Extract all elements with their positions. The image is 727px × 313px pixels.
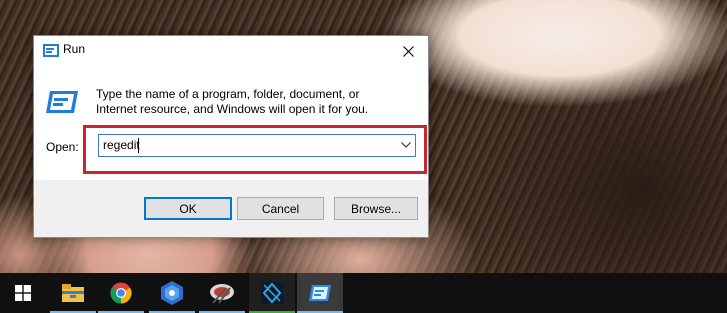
taskbar-file-explorer[interactable] — [50, 273, 96, 313]
taskbar — [0, 273, 727, 313]
taskbar-dark-app[interactable] — [249, 273, 295, 313]
dialog-title: Run — [63, 42, 86, 56]
dark-app-icon — [261, 282, 283, 304]
snipping-tool-icon — [210, 284, 234, 304]
taskbar-run[interactable] — [297, 273, 343, 313]
open-label: Open: — [46, 140, 79, 154]
taskbar-chrome[interactable] — [98, 273, 144, 313]
chrome-icon — [110, 282, 132, 304]
dialog-titlebar[interactable]: Run — [34, 36, 428, 66]
file-explorer-icon — [62, 284, 84, 302]
browse-button[interactable]: Browse... — [334, 197, 418, 220]
taskbar-snipping-tool[interactable] — [199, 273, 245, 313]
windows-start-icon — [15, 285, 31, 301]
dialog-description: Type the name of a program, folder, docu… — [96, 87, 369, 116]
blue-app-icon — [161, 281, 183, 305]
close-button[interactable] — [388, 36, 428, 66]
run-icon — [309, 285, 331, 301]
taskbar-blue-app[interactable] — [149, 273, 195, 313]
run-icon — [43, 44, 59, 57]
cancel-button[interactable]: Cancel — [237, 197, 324, 220]
close-icon — [402, 45, 414, 57]
open-combobox[interactable]: regedit — [98, 134, 416, 157]
run-program-icon — [46, 91, 78, 113]
text-caret — [138, 138, 139, 153]
dialog-content: Type the name of a program, folder, docu… — [34, 66, 428, 180]
run-dialog: Run Type the name of a program, folder, … — [33, 35, 429, 238]
open-input[interactable]: regedit — [103, 138, 140, 152]
ok-button[interactable]: OK — [144, 197, 232, 220]
chevron-down-icon[interactable] — [401, 142, 411, 148]
start-button[interactable] — [0, 273, 46, 313]
